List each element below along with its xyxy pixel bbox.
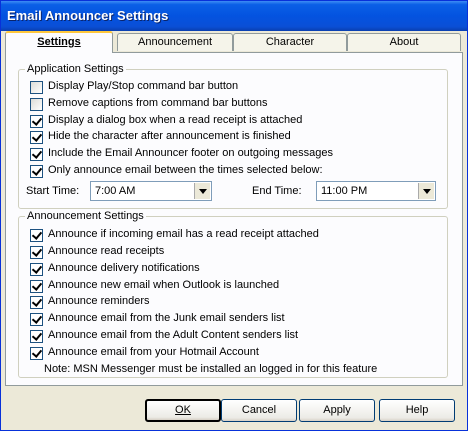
- settings-panel: Application Settings Display Play/Stop c…: [5, 52, 463, 386]
- checkbox[interactable]: [30, 148, 43, 161]
- title-bar[interactable]: Email Announcer Settings: [1, 1, 467, 31]
- checkbox[interactable]: [30, 131, 43, 144]
- tab-character[interactable]: Character: [233, 33, 347, 51]
- checkbox[interactable]: [30, 347, 43, 360]
- chevron-down-icon[interactable]: [418, 183, 434, 199]
- tab-about[interactable]: About: [347, 33, 461, 51]
- checkbox[interactable]: [30, 115, 43, 128]
- tab-announcement[interactable]: Announcement: [117, 33, 233, 51]
- end-time-label: End Time:: [252, 185, 302, 197]
- start-time-label: Start Time:: [26, 185, 80, 197]
- checkbox[interactable]: [30, 98, 43, 111]
- checkbox[interactable]: [30, 246, 43, 259]
- cancel-button[interactable]: Cancel: [221, 399, 297, 422]
- window-title: Email Announcer Settings: [7, 8, 169, 23]
- start-time-select[interactable]: 7:00 AM: [90, 181, 212, 201]
- checkbox[interactable]: [30, 296, 43, 309]
- checkbox[interactable]: [30, 81, 43, 94]
- checkbox[interactable]: [30, 263, 43, 276]
- tab-strip: Settings Announcement Character About: [1, 31, 467, 53]
- ok-button[interactable]: OK: [145, 399, 221, 422]
- apply-button[interactable]: Apply: [299, 399, 375, 422]
- checkbox[interactable]: [30, 280, 43, 293]
- tab-settings[interactable]: Settings: [5, 31, 113, 53]
- checkbox[interactable]: [30, 229, 43, 242]
- announcement-settings-legend: Announcement Settings: [27, 210, 144, 222]
- checkbox[interactable]: [30, 165, 43, 178]
- checkbox[interactable]: [30, 330, 43, 343]
- chevron-down-icon[interactable]: [194, 183, 210, 199]
- end-time-select[interactable]: 11:00 PM: [316, 181, 436, 201]
- help-button[interactable]: Help: [379, 399, 455, 422]
- application-settings-legend: Application Settings: [27, 63, 124, 75]
- msn-note: Note: MSN Messenger must be installed an…: [44, 363, 378, 375]
- settings-dialog: Email Announcer Settings Settings Announ…: [0, 0, 468, 431]
- checkbox[interactable]: [30, 313, 43, 326]
